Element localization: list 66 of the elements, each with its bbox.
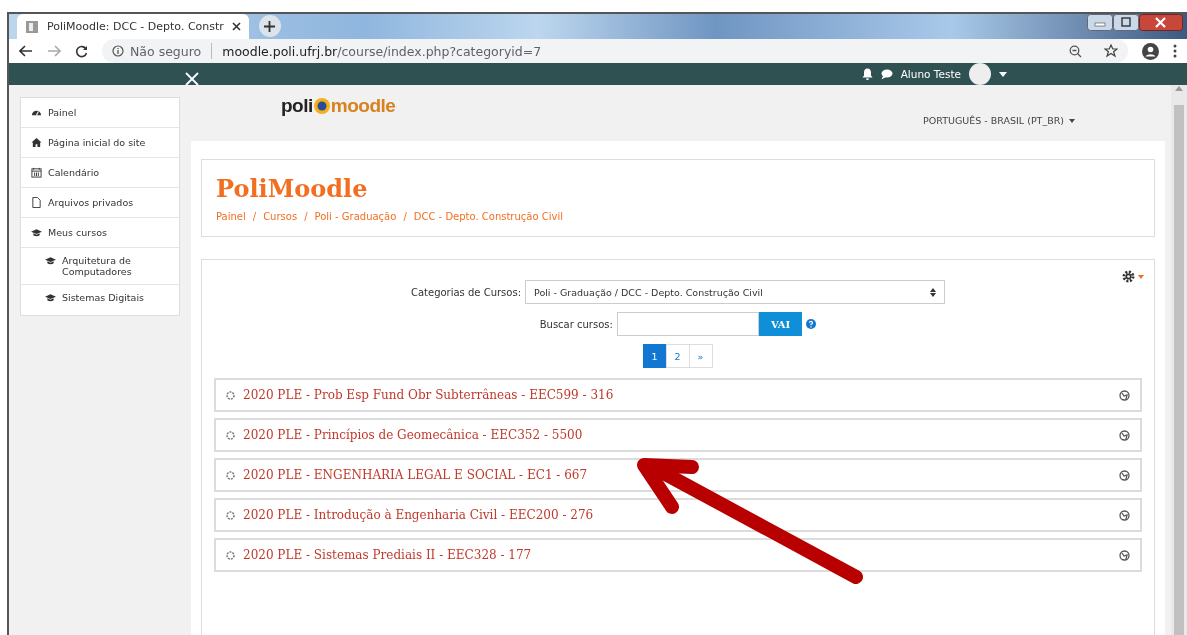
- sidebar-item[interactable]: Calendário: [21, 158, 179, 188]
- graduation-cap-icon: [45, 292, 56, 303]
- sidebar-item[interactable]: Arquitetura de Computadores: [21, 248, 179, 285]
- sidebar-item[interactable]: Arquivos privados: [21, 188, 179, 218]
- expand-icon[interactable]: [226, 430, 235, 440]
- category-label: Categorias de Cursos:: [410, 286, 522, 298]
- scrollbar-thumb[interactable]: [1174, 105, 1184, 635]
- expand-icon[interactable]: [226, 550, 235, 560]
- graduation-cap-icon: [45, 255, 56, 266]
- course-row[interactable]: 2020 PLE - Princípios de Geomecânica - EEC352 - 5500: [214, 418, 1142, 452]
- file-icon: [31, 197, 42, 208]
- help-icon[interactable]: [806, 319, 817, 329]
- account-icon[interactable]: [1142, 42, 1159, 60]
- minimize-icon[interactable]: [1087, 14, 1113, 31]
- expand-icon[interactable]: [226, 390, 235, 400]
- course-row[interactable]: 2020 PLE - Introdução à Engenharia Civil - EEC200 - 276: [214, 498, 1142, 532]
- browser-tab[interactable]: PoliMoodle: DCC - Depto. Constr: [17, 14, 249, 39]
- caret-icon: [1069, 118, 1075, 123]
- address-bar[interactable]: Não seguro moodle.poli.ufrj.br/course/index.php?categoryid=7: [102, 39, 1128, 63]
- course-row[interactable]: 2020 PLE - Sistemas Prediais II - EEC328 - 177: [214, 538, 1142, 572]
- bell-icon[interactable]: [861, 68, 873, 80]
- avatar[interactable]: [969, 63, 991, 85]
- sidebar-item[interactable]: Página inicial do site: [21, 128, 179, 158]
- breadcrumb-separator: /: [403, 211, 407, 222]
- breadcrumb-separator: /: [304, 211, 308, 222]
- category-dropdown[interactable]: Poli - Graduação / DCC - Depto. Construção Civil: [525, 280, 946, 304]
- breadcrumb-separator: /: [252, 211, 257, 222]
- close-icon[interactable]: [231, 22, 241, 31]
- search-field[interactable]: [616, 312, 759, 336]
- calendar-icon: [31, 167, 42, 178]
- back-arrow-icon[interactable]: [19, 45, 33, 57]
- reload-icon[interactable]: [75, 44, 88, 58]
- url-text: moodle.poli.ufrj.br/course/index.php?categoryid=7: [222, 43, 542, 59]
- page-link[interactable]: 1: [642, 344, 667, 368]
- maximize-icon[interactable]: [1113, 14, 1139, 31]
- close-icon[interactable]: [1139, 14, 1183, 31]
- menu-icon[interactable]: [1173, 44, 1177, 58]
- security-label: Não seguro: [130, 43, 202, 59]
- expand-icon[interactable]: [226, 510, 235, 520]
- sort-arrows-icon: [930, 287, 937, 297]
- graduation-cap-icon: [31, 227, 42, 238]
- chat-bubble-icon[interactable]: [880, 68, 893, 80]
- page-icon: [25, 19, 39, 34]
- sidebar-item[interactable]: Meus cursos: [21, 218, 179, 248]
- expand-icon[interactable]: [226, 470, 235, 480]
- info-icon[interactable]: [112, 45, 124, 57]
- page-link[interactable]: 2: [665, 344, 690, 368]
- new-tab-button[interactable]: [258, 15, 281, 37]
- caret-icon[interactable]: [999, 71, 1007, 77]
- search-button[interactable]: VAI: [758, 312, 803, 336]
- page-link[interactable]: »: [688, 344, 713, 368]
- star-icon[interactable]: [1104, 44, 1118, 58]
- course-row[interactable]: 2020 PLE - ENGENHARIA LEGAL E SOCIAL - EC1 - 667: [214, 458, 1142, 492]
- plus-icon: [264, 20, 276, 32]
- user-name[interactable]: Aluno Teste: [900, 68, 961, 80]
- settings-icon[interactable]: [1122, 270, 1135, 283]
- course-row[interactable]: 2020 PLE - Prob Esp Fund Obr Subterrâneas - EEC599 - 316: [214, 378, 1142, 412]
- zoom-out-icon[interactable]: [1069, 44, 1082, 58]
- home-icon: [31, 137, 42, 148]
- language-menu[interactable]: PORTUGUÊS - BRASIL (PT_BR): [923, 115, 1075, 126]
- page-title: PoliMoodle: [216, 174, 369, 203]
- search-label: Buscar cursos:: [539, 318, 613, 330]
- sidebar-item[interactable]: Sistemas Digitais: [21, 285, 179, 315]
- sidebar-item[interactable]: Painel: [21, 98, 179, 128]
- logo[interactable]: poli moodle: [281, 95, 396, 117]
- sun-icon: [312, 97, 331, 115]
